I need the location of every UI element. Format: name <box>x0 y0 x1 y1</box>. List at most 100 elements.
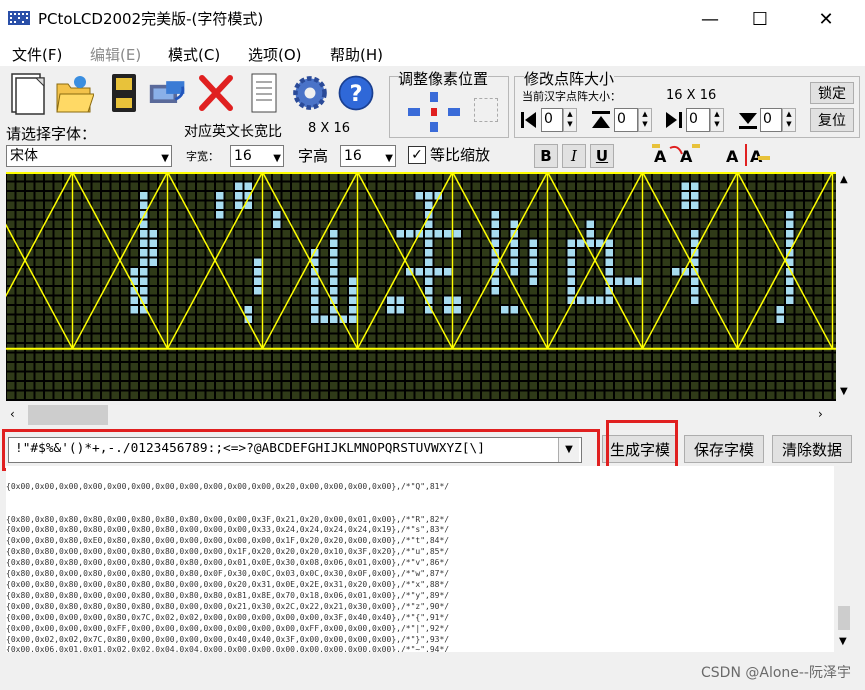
matrix-cell[interactable] <box>187 391 196 400</box>
matrix-cell[interactable] <box>187 334 196 343</box>
matrix-cell[interactable] <box>282 287 291 295</box>
matrix-cell[interactable] <box>491 201 500 210</box>
matrix-cell[interactable] <box>140 277 148 286</box>
matrix-cell[interactable] <box>235 173 243 181</box>
matrix-cell[interactable] <box>691 277 699 286</box>
matrix-cell[interactable] <box>83 220 91 229</box>
matrix-cell[interactable] <box>311 353 319 362</box>
matrix-cell[interactable] <box>643 363 652 371</box>
matrix-cell[interactable] <box>311 391 319 400</box>
matrix-cell[interactable] <box>35 296 44 305</box>
matrix-cell[interactable] <box>662 287 671 295</box>
matrix-cell[interactable] <box>339 306 348 314</box>
matrix-cell[interactable] <box>206 306 215 314</box>
matrix-cell[interactable] <box>45 325 53 333</box>
matrix-cell[interactable] <box>292 220 300 229</box>
matrix-cell[interactable] <box>786 353 794 362</box>
matrix-cell[interactable] <box>111 192 120 200</box>
matrix-cell[interactable] <box>358 315 367 324</box>
matrix-cell[interactable] <box>45 182 53 191</box>
matrix-cell[interactable] <box>548 220 557 229</box>
matrix-cell[interactable] <box>624 258 633 267</box>
matrix-cell[interactable] <box>814 211 823 219</box>
matrix-cell[interactable] <box>605 363 614 371</box>
matrix-cell[interactable] <box>472 315 481 324</box>
matrix-cell[interactable] <box>691 382 699 390</box>
matrix-cell[interactable] <box>187 287 196 295</box>
matrix-cell[interactable] <box>510 306 519 314</box>
matrix-cell[interactable] <box>786 220 794 229</box>
matrix-cell[interactable] <box>178 173 186 181</box>
matrix-cell[interactable] <box>757 258 766 267</box>
matrix-cell[interactable] <box>453 192 462 200</box>
matrix-cell[interactable] <box>159 325 167 333</box>
matrix-cell[interactable] <box>16 182 25 191</box>
matrix-cell[interactable] <box>263 239 272 248</box>
matrix-cell[interactable] <box>35 220 44 229</box>
matrix-cell[interactable] <box>558 230 566 238</box>
matrix-cell[interactable] <box>64 201 72 210</box>
matrix-cell[interactable] <box>805 277 813 286</box>
matrix-cell[interactable] <box>539 220 547 229</box>
matrix-cell[interactable] <box>273 334 281 343</box>
matrix-cell[interactable] <box>254 287 262 295</box>
matrix-cell[interactable] <box>710 391 718 400</box>
matrix-cell[interactable] <box>320 211 329 219</box>
spin-top-arrows[interactable]: ▲ ▼ <box>638 108 652 132</box>
matrix-cell[interactable] <box>748 182 756 191</box>
matrix-cell[interactable] <box>444 325 452 333</box>
matrix-cell[interactable] <box>624 287 633 295</box>
matrix-cell[interactable] <box>567 325 576 333</box>
matrix-cell[interactable] <box>206 220 215 229</box>
matrix-cell[interactable] <box>235 258 243 267</box>
matrix-cell[interactable] <box>643 220 652 229</box>
matrix-cell[interactable] <box>662 258 671 267</box>
matrix-cell[interactable] <box>263 382 272 390</box>
matrix-cell[interactable] <box>396 372 405 381</box>
help-question-icon[interactable]: ? <box>336 70 376 116</box>
matrix-cell[interactable] <box>748 391 756 400</box>
matrix-cell[interactable] <box>767 296 775 305</box>
matrix-cell[interactable] <box>273 353 281 362</box>
matrix-cell[interactable] <box>596 315 604 324</box>
matrix-cell[interactable] <box>786 296 794 305</box>
matrix-cell[interactable] <box>672 192 680 200</box>
shrink-bottom-icon[interactable] <box>736 108 760 132</box>
matrix-cell[interactable] <box>729 220 737 229</box>
matrix-cell[interactable] <box>501 277 509 286</box>
matrix-cell[interactable] <box>92 201 101 210</box>
matrix-cell[interactable] <box>615 192 623 200</box>
matrix-cell[interactable] <box>539 296 547 305</box>
matrix-cell[interactable] <box>320 192 329 200</box>
matrix-cell[interactable] <box>263 306 272 314</box>
matrix-cell[interactable] <box>501 372 509 381</box>
matrix-cell[interactable] <box>425 239 433 248</box>
matrix-cell[interactable] <box>235 249 243 257</box>
matrix-cell[interactable] <box>244 249 253 257</box>
matrix-cell[interactable] <box>757 239 766 248</box>
matrix-cell[interactable] <box>757 287 766 295</box>
matrix-cell[interactable] <box>672 306 680 314</box>
matrix-cell[interactable] <box>187 268 196 276</box>
matrix-cell[interactable] <box>206 353 215 362</box>
matrix-cell[interactable] <box>605 173 614 181</box>
matrix-cell[interactable] <box>330 325 338 333</box>
matrix-cell[interactable] <box>83 296 91 305</box>
grid-horizontal-scrollbar[interactable]: ‹ › <box>6 401 836 429</box>
matrix-cell[interactable] <box>719 287 728 295</box>
matrix-cell[interactable] <box>700 306 709 314</box>
matrix-cell[interactable] <box>301 277 310 286</box>
matrix-cell[interactable] <box>691 211 699 219</box>
matrix-cell[interactable] <box>64 306 72 314</box>
matrix-cell[interactable] <box>26 173 34 181</box>
matrix-cell[interactable] <box>501 296 509 305</box>
matrix-cell[interactable] <box>501 192 509 200</box>
matrix-cell[interactable] <box>748 353 756 362</box>
scroll-thumb[interactable] <box>28 405 108 425</box>
minimize-button[interactable]: — <box>687 0 733 38</box>
matrix-cell[interactable] <box>320 296 329 305</box>
matrix-cell[interactable] <box>225 372 234 381</box>
matrix-cell[interactable] <box>83 363 91 371</box>
matrix-cell[interactable] <box>681 287 690 295</box>
matrix-cell[interactable] <box>444 211 452 219</box>
